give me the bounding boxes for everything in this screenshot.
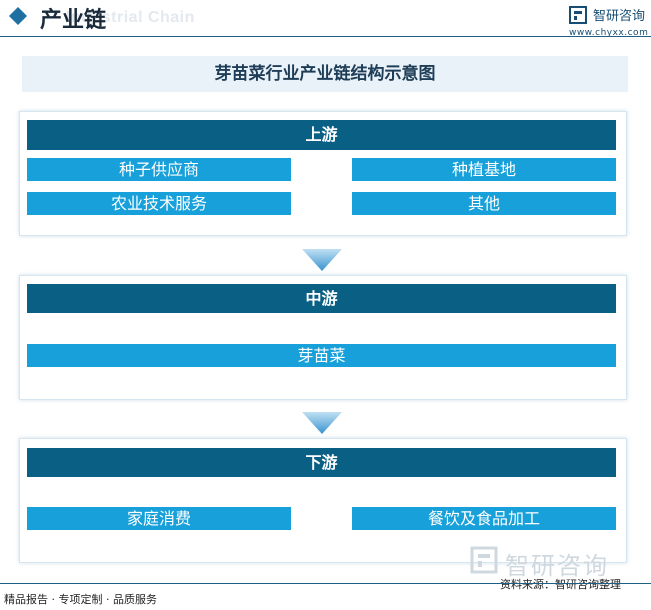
diagram-title: 芽苗菜行业产业链结构示意图	[214, 64, 436, 84]
stage-item: 芽苗菜	[27, 344, 616, 367]
stage-header-upstream: 上游	[27, 120, 616, 150]
footer-tagline: 精品报告 · 专项定制 · 品质服务	[4, 593, 157, 606]
stage-header-midstream: 中游	[27, 284, 616, 313]
stage-item: 家庭消费	[27, 507, 291, 530]
brand-logo-icon	[569, 6, 587, 24]
flow-down-arrow-icon	[302, 249, 342, 271]
stage-item: 餐饮及食品加工	[352, 507, 616, 530]
stage-item: 种子供应商	[27, 158, 291, 181]
header-diamond-icon	[9, 7, 27, 25]
watermark-logo-icon	[470, 546, 498, 574]
stage-item: 种植基地	[352, 158, 616, 181]
stage-header-downstream: 下游	[27, 448, 616, 477]
flow-down-arrow-icon	[302, 412, 342, 434]
stage-item: 其他	[352, 192, 616, 215]
header-divider	[0, 36, 651, 37]
stage-item: 农业技术服务	[27, 192, 291, 215]
header-title: 产业链	[40, 7, 107, 33]
footer-divider	[0, 583, 651, 584]
source-note: 资料来源：智研咨询整理	[500, 578, 621, 591]
brand-name: 智研咨询	[593, 9, 646, 24]
diagram-title-banner: 芽苗菜行业产业链结构示意图	[22, 56, 628, 92]
